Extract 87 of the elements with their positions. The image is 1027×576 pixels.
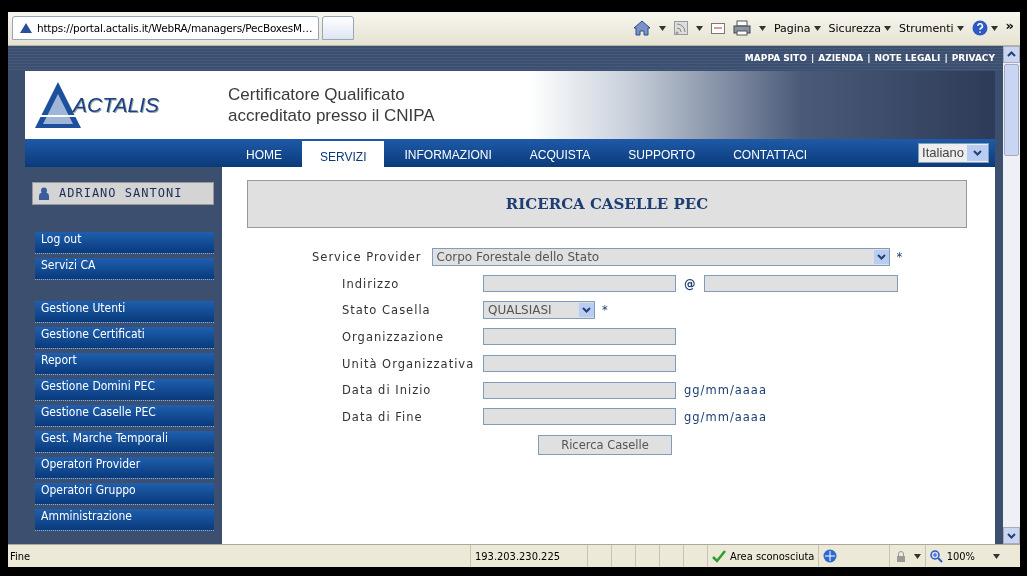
toolbar-menu[interactable]: Strumenti (898, 21, 964, 35)
top-link[interactable]: PRIVACY (951, 53, 995, 64)
chevron-up-icon (1007, 51, 1016, 58)
site-tagline: Certificatore Qualificato accreditato presso il CNIPA (228, 83, 435, 126)
input-field[interactable] (483, 381, 676, 399)
browser-tab[interactable]: https://portal.actalis.it/WebRA/managers/PecBoxesM… (12, 16, 320, 41)
zoom-icon (929, 549, 943, 563)
status-text: Fine (9, 549, 31, 563)
zoom-control[interactable]: 100% (924, 545, 1004, 567)
provider-select[interactable]: Corpo Forestale dello Stato (431, 248, 890, 267)
chevron-down-icon (876, 254, 886, 261)
date-format-hint: gg/mm/aaaa (684, 383, 767, 398)
sidebar-link[interactable]: Gestione Utenti (35, 300, 214, 323)
nav-tab[interactable]: INFORMAZIONI (386, 142, 510, 167)
sidebar-link[interactable]: Operatori Provider (35, 456, 214, 479)
caret-icon (695, 25, 703, 31)
toolbar-menu[interactable]: Sicurezza (828, 21, 891, 35)
form-title: RICERCA CASELLE PEC (247, 179, 967, 228)
checkmark-icon (712, 549, 726, 563)
sidebar-link[interactable]: Log out (35, 231, 214, 254)
nav-tab[interactable]: SUPPORTO (610, 142, 714, 167)
caret-icon (993, 553, 1000, 559)
link-separator: | (867, 53, 871, 64)
home-icon[interactable] (632, 20, 651, 37)
help-icon (971, 20, 988, 37)
link-separator: | (810, 53, 815, 64)
input-field[interactable] (483, 355, 676, 373)
nav-tab[interactable]: HOME (228, 142, 300, 167)
field-label: Stato Casella (342, 303, 432, 318)
user-name: ADRIANO SANTONI (59, 186, 183, 201)
field-label: Organizzazione (342, 329, 446, 344)
required-mark: * (602, 303, 608, 318)
field-label: Data di Inizio (342, 383, 433, 398)
caret-icon (956, 25, 964, 31)
nav-tab[interactable]: ACQUISTA (511, 142, 609, 167)
date-format-hint: gg/mm/aaaa (684, 409, 767, 424)
caret-icon (913, 553, 921, 559)
field-label: Data di Fine (342, 409, 424, 424)
feed-icon[interactable] (673, 21, 688, 36)
mail-icon[interactable] (710, 22, 725, 34)
scrollbar-thumb[interactable] (1004, 63, 1019, 156)
sidebar-link[interactable]: Amministrazione (35, 508, 214, 531)
tab-title: https://portal.actalis.it/WebRA/managers/PecBoxesM… (37, 22, 313, 35)
chevron-down-icon (1007, 532, 1016, 539)
sidebar-link[interactable]: Servizi CA (35, 257, 214, 280)
sidebar-link[interactable]: Gestione Domini PEC (35, 378, 214, 401)
nav-tab[interactable]: CONTATTACI (715, 142, 826, 167)
input-field[interactable] (483, 275, 676, 293)
input-field[interactable] (703, 275, 898, 293)
at-sign: @ (684, 276, 696, 291)
more-tools-chevron[interactable]: » (1005, 18, 1014, 34)
user-icon (39, 186, 49, 200)
nav-tab[interactable]: SERVIZI (302, 140, 385, 167)
sidebar-link[interactable]: Gestione Caselle PEC (35, 404, 214, 427)
site-icon (19, 22, 33, 35)
scroll-down-button[interactable] (1003, 527, 1020, 545)
chevron-down-icon (973, 149, 982, 156)
required-mark: * (896, 250, 903, 265)
toolbar-menu[interactable]: Pagina (773, 21, 821, 35)
field-label: Unità Organizzativa (342, 356, 476, 371)
top-link[interactable]: NOTE LEGALI (874, 53, 941, 64)
sidebar-link[interactable]: Operatori Gruppo (35, 482, 214, 505)
help-button[interactable] (971, 20, 998, 37)
field-label: Indirizzo (342, 276, 401, 291)
caret-icon (658, 25, 666, 31)
caret-icon (758, 25, 766, 31)
input-field[interactable] (483, 328, 676, 346)
logo-text: ACTALIS (73, 92, 159, 117)
link-separator: | (944, 53, 948, 64)
new-tab-button[interactable] (322, 16, 355, 41)
caret-icon (883, 25, 891, 31)
status-select[interactable]: QUALSIASI (483, 301, 595, 320)
field-label: Service Provider (312, 250, 422, 265)
input-field[interactable] (483, 408, 676, 426)
security-zone: Area sconosciuta (730, 549, 815, 563)
chevron-down-icon (582, 307, 591, 314)
sidebar-link[interactable]: Gest. Marche Temporali (35, 430, 214, 453)
printer-icon[interactable] (732, 20, 751, 37)
top-link[interactable]: AZIENDA (818, 53, 864, 64)
ip-address: 193.203.230.225 (475, 549, 560, 563)
caret-icon (990, 25, 998, 31)
language-select[interactable]: Italiano (918, 142, 989, 163)
sidebar-link[interactable]: Report (35, 352, 214, 375)
top-link[interactable]: MAPPA SITO (744, 53, 807, 64)
sidebar-link[interactable]: Gestione Certificati (35, 326, 214, 349)
caret-icon (813, 25, 821, 31)
search-button[interactable]: Ricerca Caselle (538, 435, 672, 456)
